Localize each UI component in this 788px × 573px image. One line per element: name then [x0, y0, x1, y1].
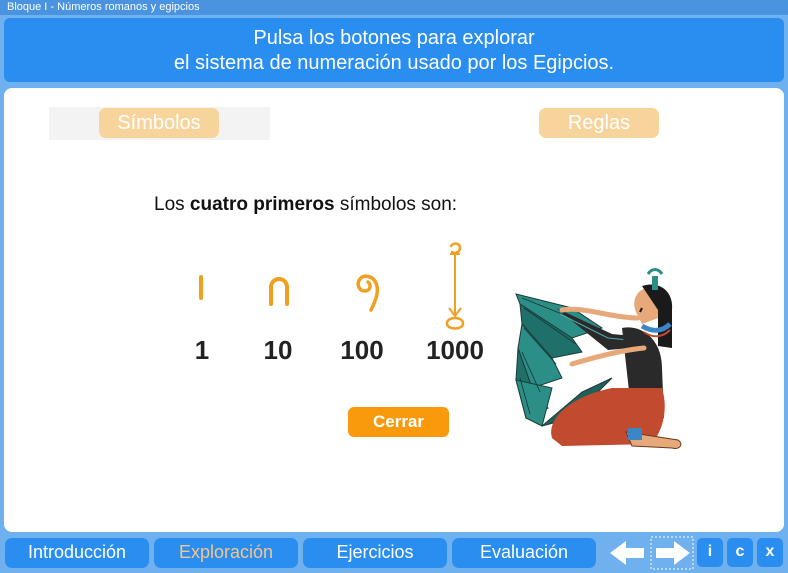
- credits-button[interactable]: c: [727, 538, 753, 567]
- previous-arrow-icon[interactable]: [606, 537, 648, 569]
- nav-exploracion[interactable]: Exploración: [154, 538, 298, 568]
- next-arrow-icon[interactable]: [650, 536, 694, 570]
- info-button[interactable]: i: [697, 538, 723, 567]
- intro-text-start: Los: [154, 194, 190, 215]
- intro-text-end: símbolos son:: [334, 194, 458, 215]
- title-bar: Bloque I - Números romanos y egipcios: [0, 0, 788, 15]
- value-100: 100: [340, 335, 384, 365]
- content-panel: Símbolos Reglas Los cuatro primeros símb…: [4, 88, 784, 532]
- close-button[interactable]: Cerrar: [348, 407, 449, 437]
- value-1: 1: [194, 335, 210, 365]
- egyptian-goddess-illustration: [515, 268, 682, 449]
- coiled-rope-icon: [356, 274, 380, 312]
- value-10: 10: [263, 335, 293, 365]
- value-1000: 1000: [426, 335, 484, 365]
- lotus-flower-icon: [445, 242, 465, 330]
- intro-text-bold: cuatro primeros: [189, 194, 335, 215]
- nav-ejercicios[interactable]: Ejercicios: [303, 538, 447, 568]
- instruction-line-1: Pulsa los botones para explorar: [253, 27, 535, 49]
- stroke-icon: [199, 275, 203, 300]
- nav-introduccion[interactable]: Introducción: [5, 538, 149, 568]
- heel-bone-icon: [269, 277, 289, 306]
- simbolos-button[interactable]: Símbolos: [99, 108, 219, 138]
- instruction-line-2: el sistema de numeración usado por los E…: [173, 52, 615, 74]
- reglas-button[interactable]: Reglas: [539, 108, 659, 138]
- symbols-intro: Los cuatro primeros símbolos son:: [154, 194, 457, 216]
- instruction-header: Pulsa los botones para explorar el siste…: [4, 18, 784, 82]
- exit-button[interactable]: x: [757, 538, 783, 567]
- nav-evaluacion[interactable]: Evaluación: [452, 538, 596, 568]
- window-title: Bloque I - Números romanos y egipcios: [7, 1, 200, 13]
